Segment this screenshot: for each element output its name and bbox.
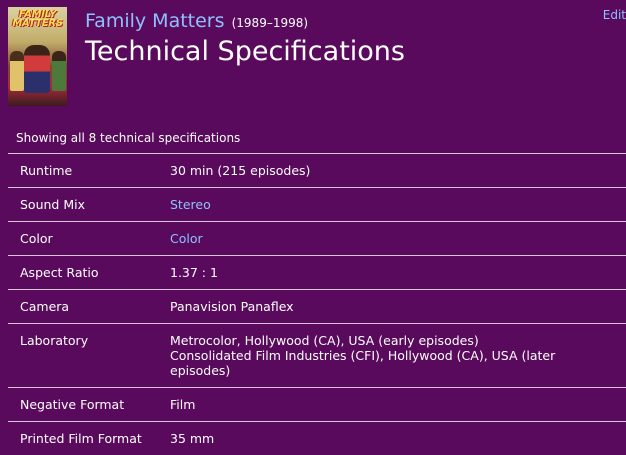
series-years: (1989–1998) (232, 16, 308, 30)
table-row: Negative Format Film (8, 388, 626, 422)
spec-value-color-cell: Color (170, 222, 626, 256)
spec-value-runtime: 30 min (215 episodes) (170, 154, 626, 188)
poster-image[interactable]: FAMILY MATTERS (8, 7, 67, 106)
table-row: Sound Mix Stereo (8, 188, 626, 222)
spec-label-sound-mix: Sound Mix (8, 188, 170, 222)
spec-count-text: Showing all 8 technical specifications (16, 131, 240, 145)
series-title-link[interactable]: Family Matters (85, 10, 225, 32)
sound-mix-link[interactable]: Stereo (170, 197, 211, 212)
title-row: Family Matters (1989–1998) (85, 10, 308, 32)
poster-figure-center (24, 45, 50, 93)
edit-link[interactable]: Edit (603, 8, 626, 22)
spec-label-aspect-ratio: Aspect Ratio (8, 256, 170, 290)
spec-label-camera: Camera (8, 290, 170, 324)
spec-value-laboratory: Metrocolor, Hollywood (CA), USA (early e… (170, 324, 626, 388)
spec-value-aspect-ratio: 1.37 : 1 (170, 256, 626, 290)
tech-specs-table: Runtime 30 min (215 episodes) Sound Mix … (8, 153, 626, 455)
table-row: Color Color (8, 222, 626, 256)
laboratory-line-2: Consolidated Film Industries (CFI), Holl… (170, 348, 618, 378)
spec-value-camera: Panavision Panaflex (170, 290, 626, 324)
spec-value-printed-film-format: 35 mm (170, 422, 626, 455)
page-title: Technical Specifications (85, 36, 405, 67)
spec-label-color: Color (8, 222, 170, 256)
poster-figure-left (10, 51, 24, 91)
spec-label-printed-film-format: Printed Film Format (8, 422, 170, 455)
poster-figure-right (52, 51, 66, 91)
table-row: Aspect Ratio 1.37 : 1 (8, 256, 626, 290)
spec-value-sound-mix-cell: Stereo (170, 188, 626, 222)
table-row: Runtime 30 min (215 episodes) (8, 154, 626, 188)
spec-label-negative-format: Negative Format (8, 388, 170, 422)
spec-label-runtime: Runtime (8, 154, 170, 188)
poster-logo-text: FAMILY MATTERS (10, 10, 65, 28)
color-link[interactable]: Color (170, 231, 203, 246)
spec-label-laboratory: Laboratory (8, 324, 170, 388)
table-row: Printed Film Format 35 mm (8, 422, 626, 455)
table-row: Laboratory Metrocolor, Hollywood (CA), U… (8, 324, 626, 388)
laboratory-line-1: Metrocolor, Hollywood (CA), USA (early e… (170, 333, 618, 348)
table-row: Camera Panavision Panaflex (8, 290, 626, 324)
spec-value-negative-format: Film (170, 388, 626, 422)
